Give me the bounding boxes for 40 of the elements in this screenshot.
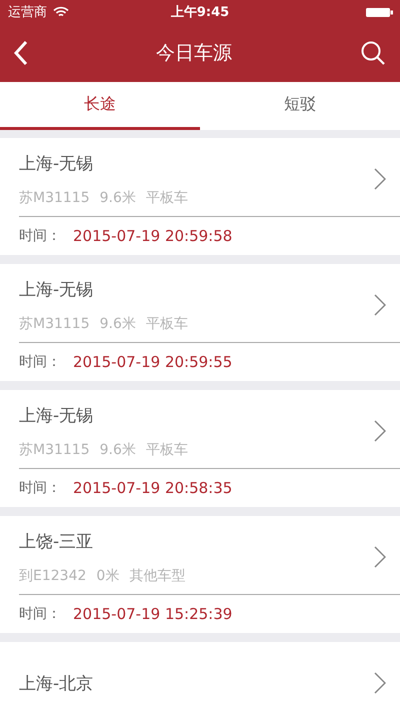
- vehicle-card[interactable]: 上海-北京: [0, 642, 400, 710]
- time-label: 时间：: [19, 353, 61, 371]
- route-text: 上海-北京: [19, 672, 94, 694]
- wifi-icon: [53, 6, 69, 18]
- chevron-icon: [374, 420, 386, 442]
- time-value: 2015-07-19 20:58:35: [73, 479, 232, 497]
- time-value: 2015-07-19 20:59:58: [73, 227, 232, 245]
- chevron-icon: [374, 546, 386, 568]
- vehicle-detail: 苏M31115: [19, 314, 90, 332]
- battery-icon: [366, 6, 394, 18]
- route-text: 上饶-三亚: [19, 530, 94, 552]
- time-label: 时间：: [19, 479, 61, 497]
- vehicle-detail: 其他车型: [129, 566, 186, 584]
- vehicle-detail: 平板车: [146, 440, 188, 458]
- vehicle-card[interactable]: 上海-无锡 苏M31115 9.6米 平板车 时间： 2015-07-19 20:59:55: [0, 264, 400, 381]
- vehicle-detail: 9.6米: [100, 188, 136, 206]
- vehicle-card[interactable]: 上海-无锡 苏M31115 9.6米 平板车 时间： 2015-07-19 20:59:58: [0, 138, 400, 255]
- route-text: 上海-无锡: [19, 278, 94, 300]
- route-text: 上海-无锡: [19, 404, 94, 426]
- chevron-icon: [374, 294, 386, 316]
- page-title: 今日车源: [156, 41, 232, 66]
- vehicle-detail: 9.6米: [100, 314, 136, 332]
- time-value: 2015-07-19 20:59:55: [73, 353, 232, 371]
- chevron-icon: [374, 168, 386, 190]
- status-time: 上午9:45: [170, 4, 230, 21]
- time-label: 时间：: [19, 605, 61, 623]
- carrier-name: 运营商: [8, 4, 47, 21]
- chevron-icon: [374, 672, 386, 694]
- vehicle-card[interactable]: 上饶-三亚 到E12342 0米 其他车型 时间： 2015-07-19 15:25:39: [0, 516, 400, 633]
- vehicle-detail: 0米: [96, 566, 120, 584]
- time-label: 时间：: [19, 227, 61, 245]
- vehicle-detail: 到E12342: [19, 566, 86, 584]
- vehicle-detail: 平板车: [146, 314, 188, 332]
- vehicle-detail: 苏M31115: [19, 188, 90, 206]
- time-value: 2015-07-19 15:25:39: [73, 605, 232, 623]
- vehicle-detail: 苏M31115: [19, 440, 90, 458]
- vehicle-card[interactable]: 上海-无锡 苏M31115 9.6米 平板车 时间： 2015-07-19 20:58:35: [0, 390, 400, 507]
- vehicle-detail: 平板车: [146, 188, 188, 206]
- vehicle-detail: 9.6米: [100, 440, 136, 458]
- route-text: 上海-无锡: [19, 152, 94, 174]
